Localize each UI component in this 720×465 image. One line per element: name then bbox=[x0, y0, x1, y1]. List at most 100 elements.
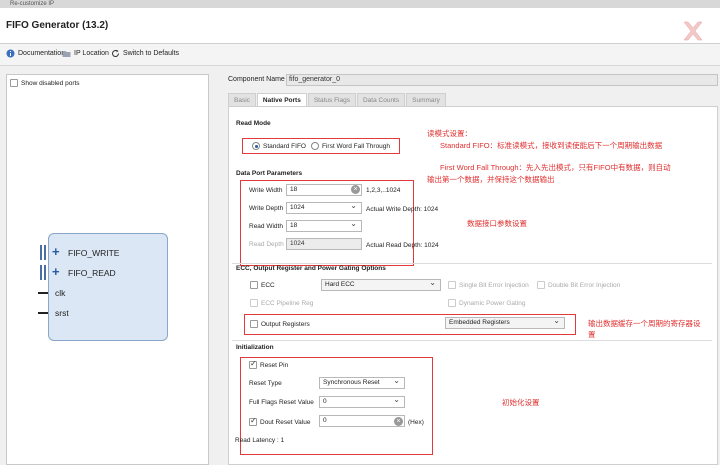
dynamic-power-checkbox[interactable]: Dynamic Power Gating bbox=[448, 299, 525, 307]
single-bit-checkbox[interactable]: Single Bit Error Injection bbox=[448, 281, 529, 289]
ip-location-label: IP Location bbox=[74, 50, 109, 57]
switch-defaults-label: Switch to Defaults bbox=[123, 50, 180, 57]
read-mode-title: Read Mode bbox=[236, 120, 271, 127]
show-disabled-label: Show disabled ports bbox=[21, 79, 80, 87]
data-port-title: Data Port Parameters bbox=[236, 170, 303, 177]
refresh-icon bbox=[111, 49, 120, 58]
dout-reset-input[interactable]: 0 bbox=[319, 415, 405, 427]
checkbox-box[interactable] bbox=[10, 79, 18, 87]
hex-label: (Hex) bbox=[408, 419, 424, 426]
section-divider bbox=[232, 263, 712, 264]
folder-icon bbox=[62, 49, 71, 58]
checkbox-box[interactable] bbox=[249, 416, 257, 426]
write-depth-select[interactable]: 1024 bbox=[286, 201, 362, 214]
reset-type-value: Synchronous Reset bbox=[323, 379, 380, 386]
radio-selected[interactable] bbox=[252, 142, 260, 150]
fwft-radio[interactable]: First Word Fall Through bbox=[311, 142, 390, 150]
annotation-initialization: 初始化设置 bbox=[502, 398, 540, 407]
clear-icon[interactable]: × bbox=[394, 417, 403, 426]
double-bit-checkbox[interactable]: Double Bit Error Injection bbox=[537, 281, 620, 289]
page-title: FIFO Generator (13.2) bbox=[6, 20, 109, 31]
ecc-label: ECC bbox=[261, 281, 275, 289]
component-name-label: Component Name bbox=[228, 76, 285, 83]
tab-summary[interactable]: Summary bbox=[406, 93, 446, 106]
fwft-label: First Word Fall Through bbox=[322, 142, 391, 150]
full-flags-value: 0 bbox=[323, 398, 327, 405]
read-width-value: 18 bbox=[290, 222, 298, 229]
clear-icon[interactable]: × bbox=[351, 185, 360, 194]
annotation-fwft-2: 输出第一个数据，并保持这个数据输出 bbox=[427, 175, 555, 184]
expand-plus-icon[interactable]: + bbox=[52, 265, 60, 278]
checkbox-box[interactable] bbox=[448, 299, 456, 307]
documentation-button[interactable]: Documentation bbox=[6, 49, 65, 58]
full-flags-select[interactable]: 0 bbox=[319, 395, 405, 408]
port-srst: srst bbox=[55, 308, 69, 318]
dout-reset-checkbox[interactable]: Dout Reset Value bbox=[249, 416, 311, 426]
ip-location-button[interactable]: IP Location bbox=[62, 49, 109, 58]
read-width-select[interactable]: 18 bbox=[286, 219, 362, 232]
checkbox-box[interactable] bbox=[448, 281, 456, 289]
documentation-label: Documentation bbox=[18, 50, 66, 57]
write-depth-label: Write Depth bbox=[249, 205, 284, 212]
xilinx-logo-icon bbox=[683, 21, 703, 41]
show-disabled-ports-checkbox[interactable]: Show disabled ports bbox=[10, 79, 80, 87]
ecc-checkbox[interactable]: ECC bbox=[250, 281, 275, 289]
full-flags-label: Full Flags Reset Value bbox=[249, 399, 314, 406]
checkbox-box[interactable] bbox=[249, 359, 257, 369]
dynamic-power-label: Dynamic Power Gating bbox=[459, 299, 526, 307]
ecc-pipeline-checkbox[interactable]: ECC Pipeline Reg bbox=[250, 299, 313, 307]
expand-plus-icon[interactable]: + bbox=[52, 245, 60, 258]
ecc-pipeline-label: ECC Pipeline Reg bbox=[261, 299, 314, 307]
checkbox-box[interactable] bbox=[250, 299, 258, 307]
dout-reset-label: Dout Reset Value bbox=[260, 418, 311, 426]
srst-pin bbox=[38, 312, 48, 314]
output-registers-value: Embedded Registers bbox=[449, 319, 510, 326]
checkbox-box[interactable] bbox=[250, 281, 258, 289]
reset-pin-label: Reset Pin bbox=[260, 361, 289, 369]
toolbar: Documentation IP Location Switch to Defa… bbox=[0, 44, 720, 66]
fifo-write-bus-bar-2 bbox=[44, 245, 46, 260]
tab-data-counts[interactable]: Data Counts bbox=[356, 93, 406, 106]
annotation-output-registers: 输出数据缓存一个周期的寄存器设 bbox=[588, 319, 701, 328]
write-width-hint: 1,2,3,..1024 bbox=[366, 187, 401, 194]
fifo-read-bus-bar bbox=[40, 265, 42, 280]
write-width-label: Write Width bbox=[249, 187, 283, 194]
tab-status-flags[interactable]: Status Flags bbox=[307, 93, 356, 106]
read-latency-label: Read Latency : 1 bbox=[235, 437, 285, 444]
switch-defaults-button[interactable]: Switch to Defaults bbox=[111, 49, 179, 58]
annotation-read-mode-title: 读模式设置： bbox=[427, 129, 472, 138]
initialization-title: Initialization bbox=[236, 344, 274, 351]
ecc-mode-select[interactable]: Hard ECC bbox=[321, 278, 441, 291]
section-divider bbox=[232, 340, 712, 341]
port-clk: clk bbox=[55, 288, 66, 298]
reset-type-label: Reset Type bbox=[249, 380, 282, 387]
read-width-label: Read Width bbox=[249, 223, 283, 230]
output-registers-checkbox[interactable]: Output Registers bbox=[250, 320, 310, 328]
checkbox-box[interactable] bbox=[537, 281, 545, 289]
actual-read-depth: Actual Read Depth: 1024 bbox=[366, 242, 439, 249]
tab-native-ports[interactable]: Native Ports bbox=[256, 93, 307, 106]
component-name-field[interactable]: fifo_generator_0 bbox=[286, 74, 718, 86]
fifo-write-bus-bar bbox=[40, 245, 42, 260]
actual-write-depth: Actual Write Depth: 1024 bbox=[366, 206, 439, 213]
output-registers-select[interactable]: Embedded Registers bbox=[445, 316, 565, 329]
double-bit-label: Double Bit Error Injection bbox=[548, 281, 621, 289]
write-depth-value: 1024 bbox=[290, 204, 305, 211]
annotation-output-registers-2: 置 bbox=[588, 330, 596, 339]
reset-pin-checkbox[interactable]: Reset Pin bbox=[249, 359, 289, 369]
window-title: Re-customize IP bbox=[10, 1, 55, 7]
window-titlebar: Re-customize IP bbox=[0, 0, 720, 8]
clk-pin bbox=[38, 292, 48, 294]
read-depth-label: Read Depth bbox=[249, 241, 284, 248]
annotation-fwft: First Word Fall Through：先入先出模式，只有FIFO中有数… bbox=[440, 163, 671, 172]
tab-basic[interactable]: Basic bbox=[228, 93, 256, 106]
fifo-read-bus-bar-2 bbox=[44, 265, 46, 280]
standard-fifo-label: Standard FIFO bbox=[263, 142, 306, 150]
reset-type-select[interactable]: Synchronous Reset bbox=[319, 376, 405, 389]
checkbox-box[interactable] bbox=[250, 320, 258, 328]
annotation-standard-fifo: Standard FIFO：标准读模式，接收到读使能后下一个周期输出数据 bbox=[440, 141, 663, 150]
output-registers-label: Output Registers bbox=[261, 320, 310, 328]
standard-fifo-radio[interactable]: Standard FIFO bbox=[252, 142, 306, 150]
tab-bar: Basic Native Ports Status Flags Data Cou… bbox=[228, 93, 447, 106]
radio-unselected[interactable] bbox=[311, 142, 319, 150]
